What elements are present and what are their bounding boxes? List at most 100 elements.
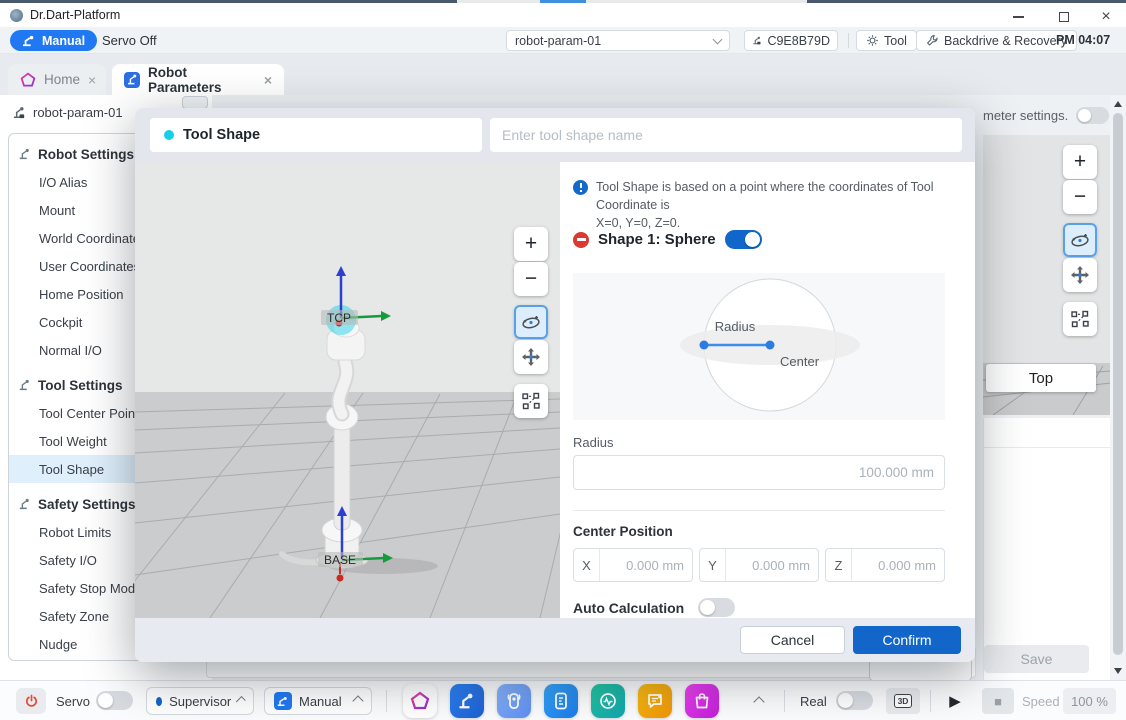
orbit-button[interactable] (514, 305, 548, 339)
store-app-icon[interactable] (685, 684, 719, 718)
background-settings-text: meter settings. (983, 108, 1068, 123)
robot-file-icon (12, 105, 27, 120)
page-scrollbar[interactable] (1110, 95, 1126, 680)
real-toggle[interactable] (836, 691, 873, 710)
cancel-button[interactable]: Cancel (740, 626, 845, 654)
center-y-input[interactable]: Y 0.000 mm (699, 548, 819, 582)
tab-home[interactable]: Home × (8, 64, 106, 95)
center-x-input[interactable]: X 0.000 mm (573, 548, 693, 582)
bg-measure-button[interactable] (1063, 302, 1097, 336)
3d-view-button[interactable]: 3D (886, 688, 920, 714)
parameter-dropdown-value: robot-param-01 (515, 34, 601, 48)
shape-1-toggle[interactable] (725, 230, 762, 249)
chevron-down-icon (713, 34, 723, 44)
pan-button[interactable] (514, 340, 548, 374)
maximize-icon (1059, 12, 1069, 22)
section-safety-settings-label: Safety Settings (38, 497, 136, 512)
mode-dropdown[interactable]: Manual (264, 687, 372, 715)
bg-zoom-in-button[interactable]: + (1063, 145, 1097, 179)
stop-button[interactable]: ■ (982, 688, 1014, 714)
gear-icon (866, 34, 879, 47)
dialog-footer: Cancel Confirm (135, 618, 975, 662)
section-divider (573, 510, 945, 511)
measure-button[interactable] (514, 384, 548, 418)
messages-app-icon[interactable] (638, 684, 672, 718)
measure-icon (1070, 309, 1090, 329)
center-z-input[interactable]: Z 0.000 mm (825, 548, 945, 582)
remove-shape-icon[interactable] (573, 232, 589, 248)
scroll-up-icon[interactable] (1114, 101, 1122, 107)
zoom-in-button[interactable]: + (514, 227, 548, 261)
servo-toggle[interactable] (96, 691, 133, 710)
teach-pendant-app-icon[interactable] (497, 684, 531, 718)
confirm-button[interactable]: Confirm (853, 626, 961, 654)
minimize-icon (1013, 16, 1024, 18)
backdrive-recovery-label: Backdrive & Recovery (944, 34, 1067, 48)
manual-mode-icon (274, 692, 292, 710)
auto-calculation-toggle[interactable] (698, 598, 735, 617)
home-app-icon[interactable] (403, 684, 437, 718)
close-button[interactable]: × (1096, 8, 1116, 26)
x-axis-label: X (574, 549, 600, 581)
3d-view-icon: 3D (894, 694, 913, 708)
auto-calculation-row: Auto Calculation (573, 598, 735, 617)
real-label: Real (800, 694, 827, 709)
y-axis-unit: mm (788, 558, 810, 573)
zoom-out-button[interactable]: − (514, 262, 548, 296)
speed-value[interactable]: 100 % (1063, 688, 1116, 714)
tab-robot-parameters-close-icon[interactable]: × (264, 72, 272, 88)
orbit-icon (1069, 229, 1091, 251)
bg-view-top-button[interactable]: Top (986, 364, 1096, 392)
real-toggle-knob (838, 693, 853, 708)
tool-button[interactable]: Tool (856, 30, 917, 51)
robot-parameters-app-icon[interactable] (450, 684, 484, 718)
tool-button-label: Tool (884, 34, 907, 48)
role-dropdown[interactable]: Supervisor (146, 687, 254, 715)
radius-label: Radius (573, 435, 613, 450)
info-text-line1: Tool Shape is based on a point where the… (596, 180, 934, 212)
parameter-dropdown[interactable]: robot-param-01 (506, 30, 730, 51)
tab-robot-parameters[interactable]: Robot Parameters × (112, 64, 284, 95)
3d-viewport[interactable]: TCP BASE + − (135, 162, 560, 618)
scroll-down-icon[interactable] (1114, 668, 1122, 674)
app-logo-icon (10, 9, 23, 22)
bg-zoom-out-button[interactable]: − (1063, 180, 1097, 214)
maximize-button[interactable] (1054, 8, 1074, 26)
radius-unit: mm (912, 465, 935, 480)
tool-shape-name-input[interactable] (490, 118, 962, 152)
tab-home-close-icon[interactable]: × (88, 72, 96, 88)
pan-icon (1069, 264, 1091, 286)
sidebar-parameter-name-label: robot-param-01 (33, 105, 123, 120)
robot-scene: TCP BASE (135, 162, 560, 618)
tcp-label: TCP (327, 311, 351, 325)
mode-manual-button[interactable]: Manual (10, 30, 97, 51)
section-tool-settings-label: Tool Settings (38, 378, 123, 393)
safety-section-icon (18, 497, 32, 511)
task-editor-app-icon[interactable] (544, 684, 578, 718)
robot-id-button[interactable]: C9E8B79D (744, 30, 838, 51)
dock-expand-icon[interactable] (753, 696, 764, 707)
lock-toggle-knob (1078, 109, 1091, 122)
app-dock (403, 684, 719, 718)
backdrive-recovery-button[interactable]: Backdrive & Recovery (916, 30, 1077, 51)
speed-label: Speed (1022, 694, 1060, 709)
bg-pan-button[interactable] (1063, 258, 1097, 292)
monitoring-app-icon[interactable] (591, 684, 625, 718)
info-icon (573, 180, 588, 195)
tool-shape-dialog: Tool Shape (135, 108, 975, 662)
background-content-panel: Save (983, 418, 1111, 680)
y-axis-label: Y (700, 549, 726, 581)
scrollbar-thumb[interactable] (1113, 113, 1123, 655)
chevron-up-icon (352, 695, 363, 706)
info-text: Tool Shape is based on a point where the… (596, 178, 935, 232)
dialog-title: Tool Shape (183, 127, 260, 143)
power-button[interactable] (16, 688, 46, 714)
lock-toggle[interactable] (1076, 107, 1109, 124)
minimize-button[interactable] (1008, 8, 1028, 26)
play-button[interactable]: ▶ (940, 688, 970, 714)
cyan-dot-icon (164, 130, 174, 140)
shape-1-title: Shape 1: Sphere (598, 231, 716, 248)
bg-orbit-button[interactable] (1063, 223, 1097, 257)
save-button[interactable]: Save (984, 645, 1089, 673)
radius-input[interactable]: 100.000 mm (573, 455, 945, 490)
